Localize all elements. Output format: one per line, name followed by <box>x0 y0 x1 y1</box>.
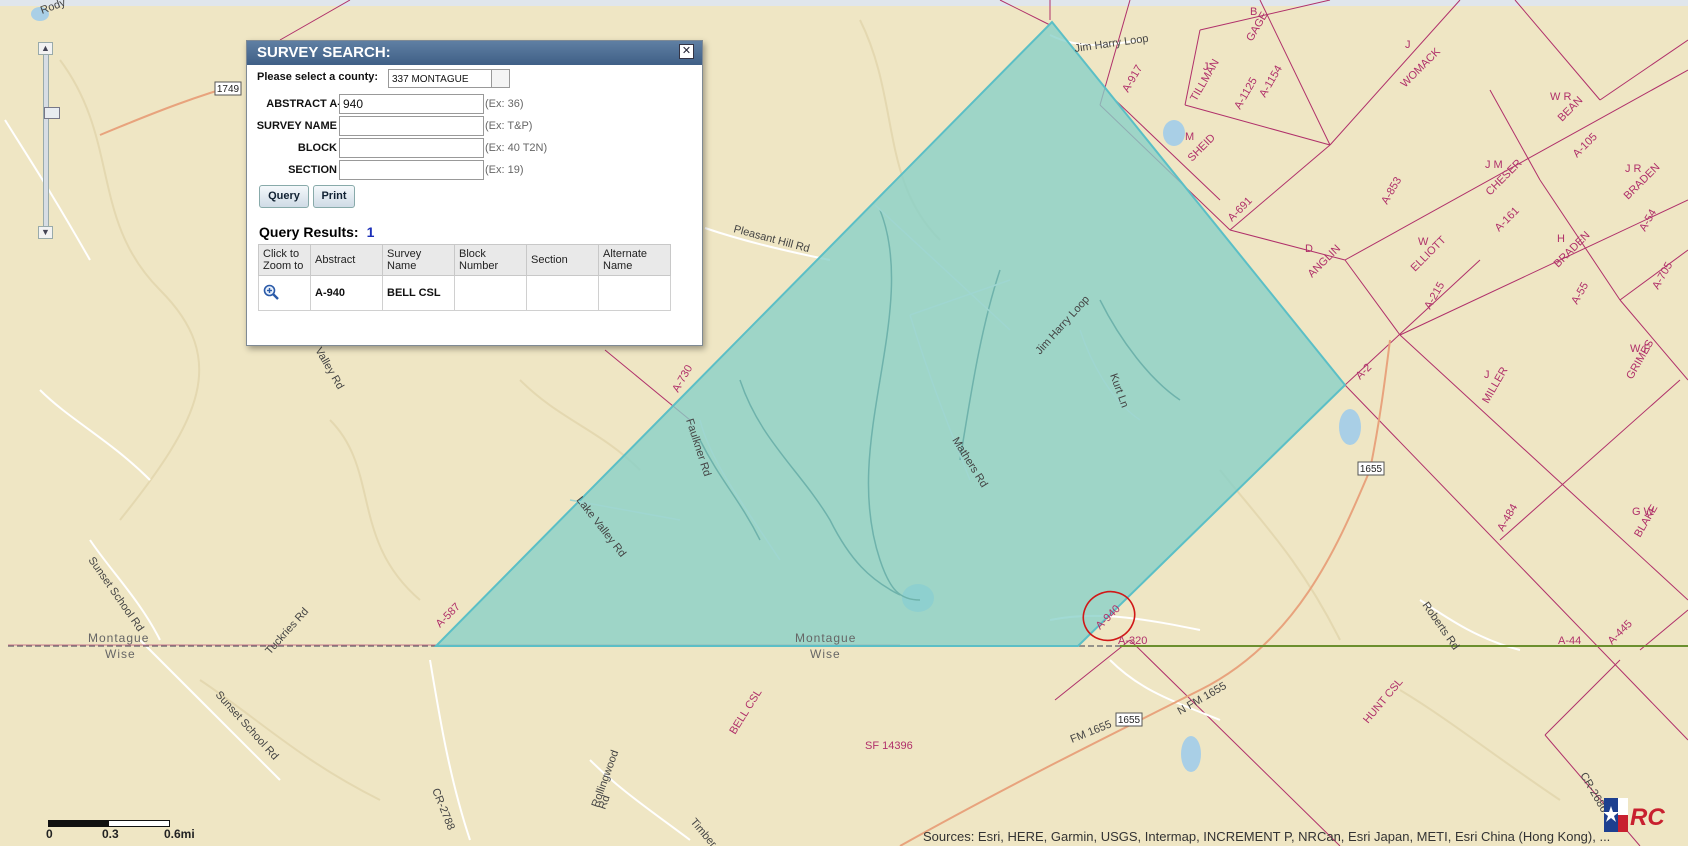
scale-label-end: 0.6mi <box>164 827 195 841</box>
svg-text:1655: 1655 <box>1118 715 1141 726</box>
col-section: Section <box>526 244 599 276</box>
svg-text:RC: RC <box>1630 804 1665 831</box>
scale-label-mid: 0.3 <box>102 827 119 841</box>
svg-text:Montague: Montague <box>795 631 856 645</box>
abstract-cell: A-940 <box>310 275 383 311</box>
alternate-name-cell <box>598 275 671 311</box>
col-click-to-zoom: Click to Zoom to <box>258 244 311 276</box>
county-label: Please select a county: <box>257 71 379 83</box>
svg-text:M: M <box>1185 131 1194 143</box>
results-count: 1 <box>366 224 375 240</box>
svg-text:H: H <box>1557 233 1565 245</box>
rrc-logo: RC <box>1604 798 1665 832</box>
county-select[interactable]: 337 MONTAGUE <box>388 69 492 88</box>
zoom-to-cell[interactable] <box>258 275 311 311</box>
svg-text:J: J <box>1484 369 1490 381</box>
county-select-arrow[interactable] <box>492 69 510 88</box>
query-button[interactable]: Query <box>259 185 309 208</box>
results-title: Query Results: <box>259 224 359 240</box>
zoom-slider[interactable]: ▲ ▼ <box>38 42 60 239</box>
svg-text:W R: W R <box>1550 91 1571 103</box>
abstract-hint: (Ex: 36) <box>485 98 524 110</box>
svg-text:J: J <box>1405 39 1411 51</box>
section-row: SECTION <box>247 161 337 181</box>
svg-text:SF 14396: SF 14396 <box>865 740 913 752</box>
top-border <box>0 0 1688 6</box>
survey-name-row: SURVEY NAME <box>247 117 337 137</box>
svg-text:A-320: A-320 <box>1118 635 1147 647</box>
svg-text:J M: J M <box>1485 159 1503 171</box>
close-icon[interactable]: ✕ <box>679 44 694 59</box>
svg-text:D: D <box>1305 243 1313 255</box>
zoom-track[interactable] <box>43 54 60 228</box>
section-cell <box>526 275 599 311</box>
zoom-thumb[interactable] <box>44 107 60 119</box>
survey-search-dialog: SURVEY SEARCH: ✕ Please select a county:… <box>246 40 703 346</box>
scale-bar: 0 0.3 0.6mi <box>46 818 218 844</box>
scale-label-zero: 0 <box>46 827 53 841</box>
abstract-input[interactable]: 940 <box>339 94 484 114</box>
scale-bar-segment-1 <box>48 820 110 827</box>
survey-name-hint: (Ex: T&P) <box>485 120 533 132</box>
svg-text:Wise: Wise <box>810 647 841 661</box>
map-attribution: Sources: Esri, HERE, Garmin, USGS, Inter… <box>923 829 1611 844</box>
section-hint: (Ex: 19) <box>485 164 524 176</box>
abstract-label: ABSTRACT A- <box>266 98 341 110</box>
survey-name-cell: BELL CSL <box>382 275 455 311</box>
svg-text:1655: 1655 <box>1360 464 1383 475</box>
block-row: BLOCK <box>247 139 337 159</box>
block-input[interactable] <box>339 138 484 158</box>
col-alternate-name: Alternate Name <box>598 244 671 276</box>
block-label: BLOCK <box>297 142 337 154</box>
zoom-out-button[interactable]: ▼ <box>38 226 53 239</box>
svg-text:1749: 1749 <box>217 84 240 95</box>
svg-text:Wise: Wise <box>105 647 136 661</box>
abstract-row: ABSTRACT A- <box>247 95 341 115</box>
zoom-to-icon[interactable] <box>263 284 279 300</box>
block-number-cell <box>454 275 527 311</box>
section-label: SECTION <box>288 164 337 176</box>
section-input[interactable] <box>339 160 484 180</box>
dialog-title: SURVEY SEARCH: <box>247 41 702 65</box>
survey-name-label: SURVEY NAME <box>256 120 337 132</box>
table-row[interactable]: A-940 BELL CSL <box>258 275 671 311</box>
svg-text:J R: J R <box>1625 163 1642 175</box>
svg-text:Montague: Montague <box>88 631 149 645</box>
block-hint: (Ex: 40 T2N) <box>485 142 548 154</box>
col-abstract: Abstract <box>310 244 383 276</box>
scale-bar-segment-2 <box>108 820 170 827</box>
results-table: Click to Zoom to Abstract Survey Name Bl… <box>258 244 671 311</box>
results-heading: Query Results: 1 <box>259 224 374 240</box>
print-button[interactable]: Print <box>313 185 355 208</box>
svg-text:A-44: A-44 <box>1558 635 1581 647</box>
col-block-number: Block Number <box>454 244 527 276</box>
results-header-row: Click to Zoom to Abstract Survey Name Bl… <box>258 244 671 276</box>
col-survey-name: Survey Name <box>382 244 455 276</box>
survey-name-input[interactable] <box>339 116 484 136</box>
